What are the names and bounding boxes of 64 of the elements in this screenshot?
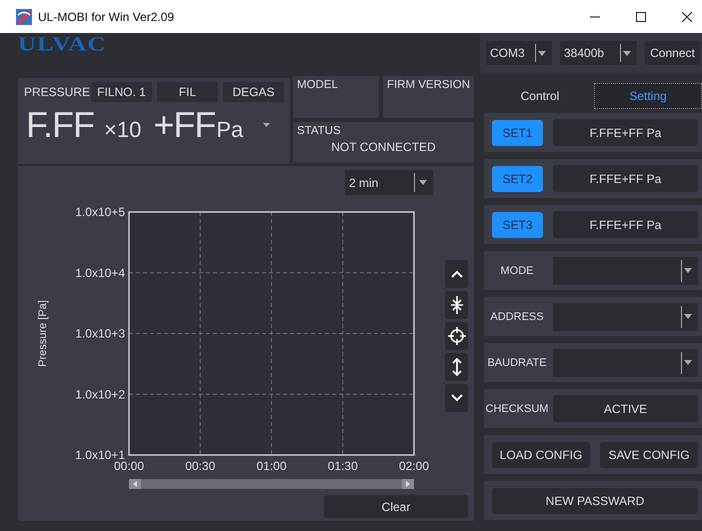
scroll-down-button[interactable] bbox=[445, 384, 468, 412]
setpoint-button[interactable]: SET2 bbox=[492, 166, 543, 192]
baud-dropdown[interactable]: 38400b bbox=[560, 41, 637, 65]
indicator: FIL bbox=[157, 82, 218, 102]
config-button[interactable]: LOAD CONFIG bbox=[492, 442, 590, 468]
zoom-out-button[interactable] bbox=[445, 353, 468, 381]
window-title: UL-MOBI for Win Ver2.09 bbox=[38, 10, 174, 24]
caret-icon[interactable] bbox=[263, 123, 270, 127]
crosshair-icon bbox=[448, 327, 466, 345]
setpoint-button[interactable]: SET3 bbox=[492, 212, 543, 238]
setpoint-button[interactable]: SET1 bbox=[492, 120, 543, 146]
y-axis-label: Pressure [Pa] bbox=[37, 300, 49, 367]
caret-icon[interactable] bbox=[538, 50, 546, 56]
checksum-button[interactable]: ACTIVE bbox=[553, 395, 698, 422]
clear-button[interactable]: Clear bbox=[324, 495, 468, 518]
caret-icon[interactable] bbox=[684, 268, 692, 273]
status-label: STATUS bbox=[297, 125, 342, 137]
caret-icon[interactable] bbox=[684, 314, 692, 319]
crosshair-button[interactable] bbox=[445, 322, 468, 350]
y-tick-label: 1.0x10+3 bbox=[75, 326, 125, 340]
caret-icon[interactable] bbox=[419, 180, 427, 185]
range-dropdown[interactable]: 2 min bbox=[345, 170, 433, 195]
x-tick-label: 02:00 bbox=[398, 459, 430, 473]
scroll-up-button[interactable] bbox=[445, 260, 468, 288]
firmware-label: FIRM VERSION bbox=[386, 79, 470, 91]
multiplier: ×10 bbox=[104, 117, 142, 143]
x-tick-label: 01:30 bbox=[328, 459, 358, 473]
close-icon[interactable] bbox=[682, 12, 692, 22]
y-tick-label: 1.0x10+1 bbox=[75, 448, 125, 462]
connect-button[interactable]: Connect bbox=[645, 41, 700, 65]
setpoint-value: F.FFE+FF Pa bbox=[553, 119, 698, 146]
setting-label: CHECKSUM bbox=[485, 402, 549, 414]
tab[interactable]: Control bbox=[486, 83, 594, 109]
setting-label: BAUDRATE bbox=[486, 356, 548, 368]
pressure-mantissa: F.FF bbox=[26, 104, 94, 146]
y-tick-label: 1.0x10+4 bbox=[75, 266, 125, 280]
logo: ULVAC bbox=[18, 33, 108, 58]
chevron-down-icon bbox=[450, 394, 462, 402]
port-dropdown[interactable]: COM3 bbox=[486, 41, 552, 65]
unit-label: Pa bbox=[216, 117, 244, 143]
new-password-button[interactable]: NEW PASSWARD bbox=[492, 488, 698, 514]
chevron-up-icon bbox=[450, 270, 462, 278]
x-tick-label: 00:00 bbox=[114, 459, 144, 473]
indicator: DEGAS bbox=[223, 82, 284, 102]
y-tick-label: 1.0x10+5 bbox=[75, 205, 125, 219]
status-value: NOT CONNECTED bbox=[330, 140, 437, 154]
model-label: MODEL bbox=[297, 79, 339, 91]
maximize-icon[interactable] bbox=[636, 12, 646, 22]
caret-icon[interactable] bbox=[684, 360, 692, 365]
caret-icon[interactable] bbox=[623, 50, 631, 56]
config-button[interactable]: SAVE CONFIG bbox=[600, 442, 698, 468]
x-tick-label: 01:00 bbox=[256, 459, 287, 473]
setpoint-value: F.FFE+FF Pa bbox=[553, 211, 698, 238]
setpoint-value: F.FFE+FF Pa bbox=[553, 165, 698, 192]
setting-label: MODE bbox=[500, 264, 534, 276]
pressure-exponent: +FF bbox=[153, 104, 216, 146]
vertical-arrows-icon bbox=[450, 358, 462, 376]
indicator: FILNO. 1 bbox=[91, 82, 152, 102]
tab[interactable]: Setting bbox=[594, 83, 702, 109]
zoom-in-button[interactable] bbox=[445, 291, 468, 319]
y-tick-label: 1.0x10+2 bbox=[75, 387, 125, 402]
x-tick-label: 00:30 bbox=[185, 459, 216, 473]
gauge-icon bbox=[16, 8, 32, 24]
setting-label: ADDRESS bbox=[489, 310, 545, 322]
